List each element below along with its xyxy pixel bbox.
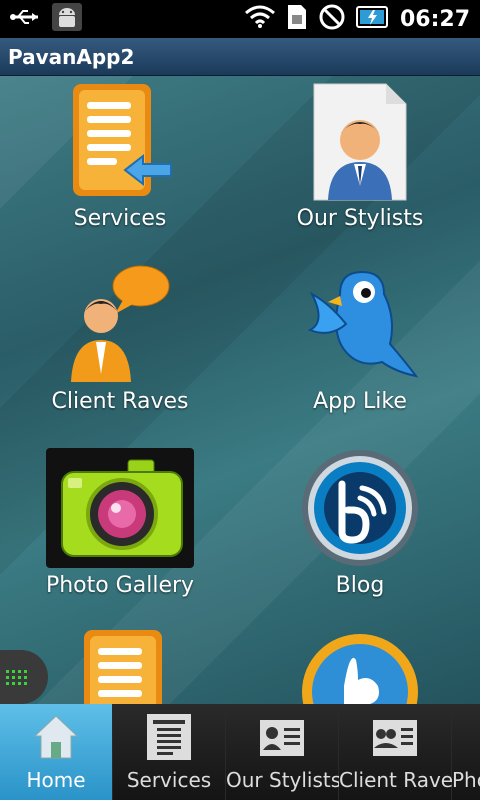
tab-label: Our Stylists [226, 768, 342, 792]
wifi-icon [244, 5, 276, 33]
tab-our-stylists[interactable]: Our Stylists [226, 704, 342, 800]
battery-charging-icon [355, 5, 390, 33]
grid-item-label: Our Stylists [296, 206, 424, 231]
document-arrow-icon [65, 82, 175, 206]
grid-item-label: App Like [313, 389, 407, 414]
services-list-icon [145, 712, 193, 766]
grid-item-blog[interactable]: Blog [240, 446, 480, 616]
no-signal-icon [318, 3, 346, 35]
usb-icon [10, 6, 42, 32]
blog-rss-icon [300, 448, 420, 572]
stylist-profile-icon [310, 82, 410, 206]
grid-item-services[interactable]: Services [0, 76, 240, 246]
clients-card-icon [371, 712, 419, 762]
grid-item-client-raves[interactable]: Client Raves [0, 256, 240, 436]
home-icon [31, 712, 81, 766]
grid-item-label: Blog [335, 573, 385, 598]
grid-item-photo-gallery[interactable]: Photo Gallery [0, 446, 240, 616]
document-icon [70, 630, 170, 704]
grid-item-our-stylists[interactable]: Our Stylists [240, 76, 480, 246]
tab-services[interactable]: Services [113, 704, 226, 800]
grid-item-app-like[interactable]: App Like [240, 256, 480, 436]
status-time: 06:27 [399, 6, 470, 32]
stylist-card-icon [258, 712, 306, 762]
tab-label: Client Raves [339, 768, 464, 792]
sim-card-icon [286, 3, 308, 35]
grid-item-label: Client Raves [51, 389, 189, 414]
camera-icon [46, 448, 194, 572]
app-title: PavanApp2 [0, 38, 480, 76]
tab-photo-gallery-partial[interactable]: Pho [452, 704, 480, 800]
home-grid: Services Our Stylists Client Raves App L… [0, 76, 480, 704]
blue-bird-icon [300, 264, 420, 393]
bottom-tab-bar: Home Services Our Stylists Client Raves … [0, 704, 480, 800]
tab-client-raves[interactable]: Client Raves [339, 704, 464, 800]
android-debug-icon [52, 3, 82, 35]
grid-item-label: Services [73, 206, 167, 231]
client-speech-bubble-icon [65, 264, 175, 388]
tab-label: Pho [452, 768, 480, 792]
rabbit-coin-icon [300, 630, 420, 704]
status-bar: 06:27 [0, 0, 480, 38]
grid-item-partial-right[interactable] [240, 630, 480, 704]
tab-home[interactable]: Home [0, 704, 113, 800]
dots-grid-icon [6, 670, 27, 685]
tab-label: Services [126, 768, 212, 792]
grid-item-label: Photo Gallery [45, 573, 195, 598]
tab-label: Home [26, 768, 86, 792]
